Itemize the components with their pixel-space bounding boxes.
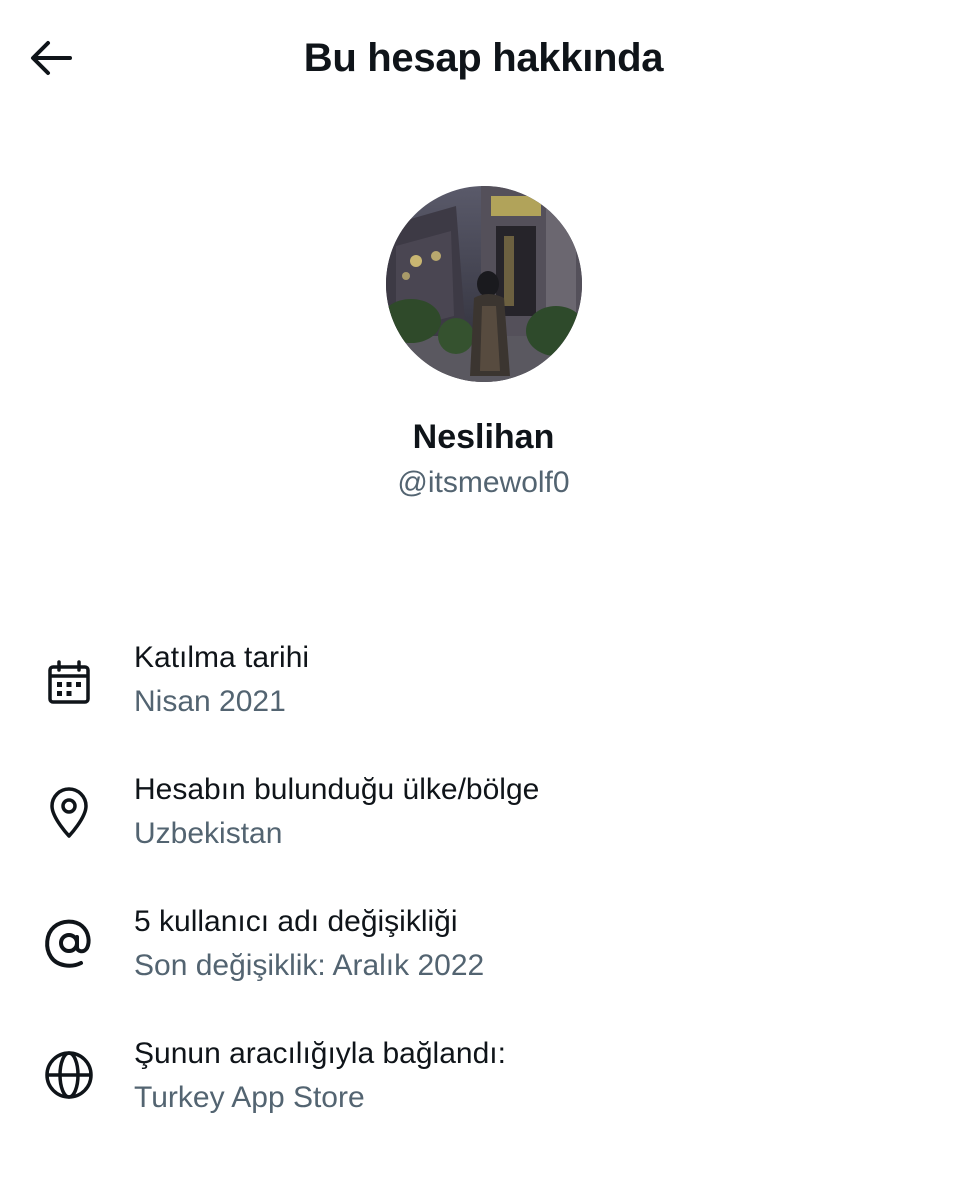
username-changes-label: 5 kullanıcı adı değişikliği	[134, 905, 458, 938]
avatar-photo	[386, 186, 582, 382]
connected-via-label: Şunun aracılığıyla bağlandı:	[134, 1037, 506, 1070]
display-name: Neslihan	[412, 418, 555, 456]
account-region-row: Hesabın bulunduğu ülke/bölge Uzbekistan	[0, 770, 967, 870]
connected-via-row: Şunun aracılığıyla bağlandı: Turkey App …	[0, 1034, 967, 1134]
username-changes-value: Son değişiklik: Aralık 2022	[134, 949, 485, 982]
username-changes-row: 5 kullanıcı adı değişikliği Son değişikl…	[0, 902, 967, 1002]
joined-date-value: Nisan 2021	[134, 685, 286, 718]
account-region-value: Uzbekistan	[134, 817, 283, 850]
calendar-icon	[40, 654, 98, 712]
at-sign-icon	[40, 914, 98, 972]
header-bar: Bu hesap hakkında	[0, 0, 967, 116]
username-handle: @itsmewolf0	[397, 466, 570, 499]
joined-date-row: Katılma tarihi Nisan 2021	[0, 638, 967, 738]
avatar[interactable]	[386, 186, 582, 382]
page-title: Bu hesap hakkında	[303, 36, 664, 80]
joined-date-label: Katılma tarihi	[134, 641, 310, 674]
account-region-label: Hesabın bulunduğu ülke/bölge	[134, 773, 540, 806]
globe-icon	[40, 1046, 98, 1104]
connected-via-value: Turkey App Store	[134, 1081, 365, 1114]
location-pin-icon	[40, 784, 98, 842]
